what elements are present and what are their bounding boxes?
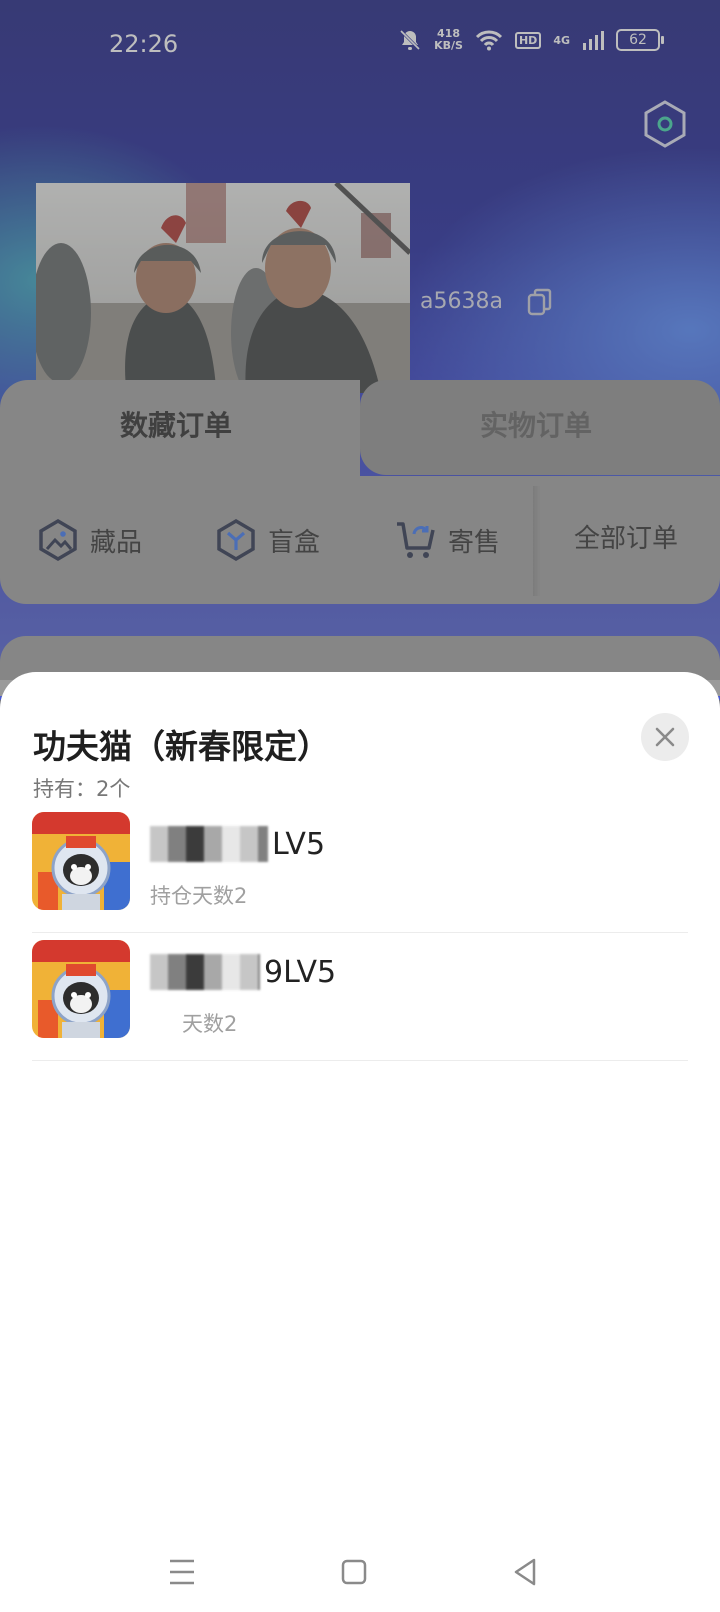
list-item[interactable]: LV5 持仓天数2: [32, 804, 688, 933]
redacted-name: [150, 954, 260, 990]
close-icon: [655, 727, 675, 747]
owner-name: LV5: [150, 826, 325, 862]
redacted-name: [150, 826, 268, 862]
close-button[interactable]: [641, 713, 689, 761]
owner-level: 9LV5: [264, 954, 337, 990]
menu-icon[interactable]: [162, 1552, 202, 1592]
home-icon[interactable]: [334, 1552, 374, 1592]
kungfu-cat-thumbnail: [32, 812, 130, 910]
owner-level: LV5: [272, 826, 326, 862]
kungfu-cat-thumbnail: [32, 940, 130, 1038]
holding-days: 天数2: [182, 1012, 238, 1036]
holding-days: 持仓天数2: [150, 884, 248, 908]
list-item[interactable]: 9LV5 天数2: [32, 932, 688, 1061]
system-nav-bar: [0, 1540, 720, 1612]
holdings-sheet: 功夫猫（新春限定） 持有：2个 LV5 持仓天数2 9LV5 天数2: [0, 672, 720, 1612]
sheet-title: 功夫猫（新春限定）: [33, 727, 330, 766]
modal-scrim[interactable]: [0, 0, 720, 680]
holding-count: 持有：2个: [33, 777, 131, 801]
owner-name: 9LV5: [150, 954, 336, 990]
back-icon[interactable]: [506, 1552, 546, 1592]
